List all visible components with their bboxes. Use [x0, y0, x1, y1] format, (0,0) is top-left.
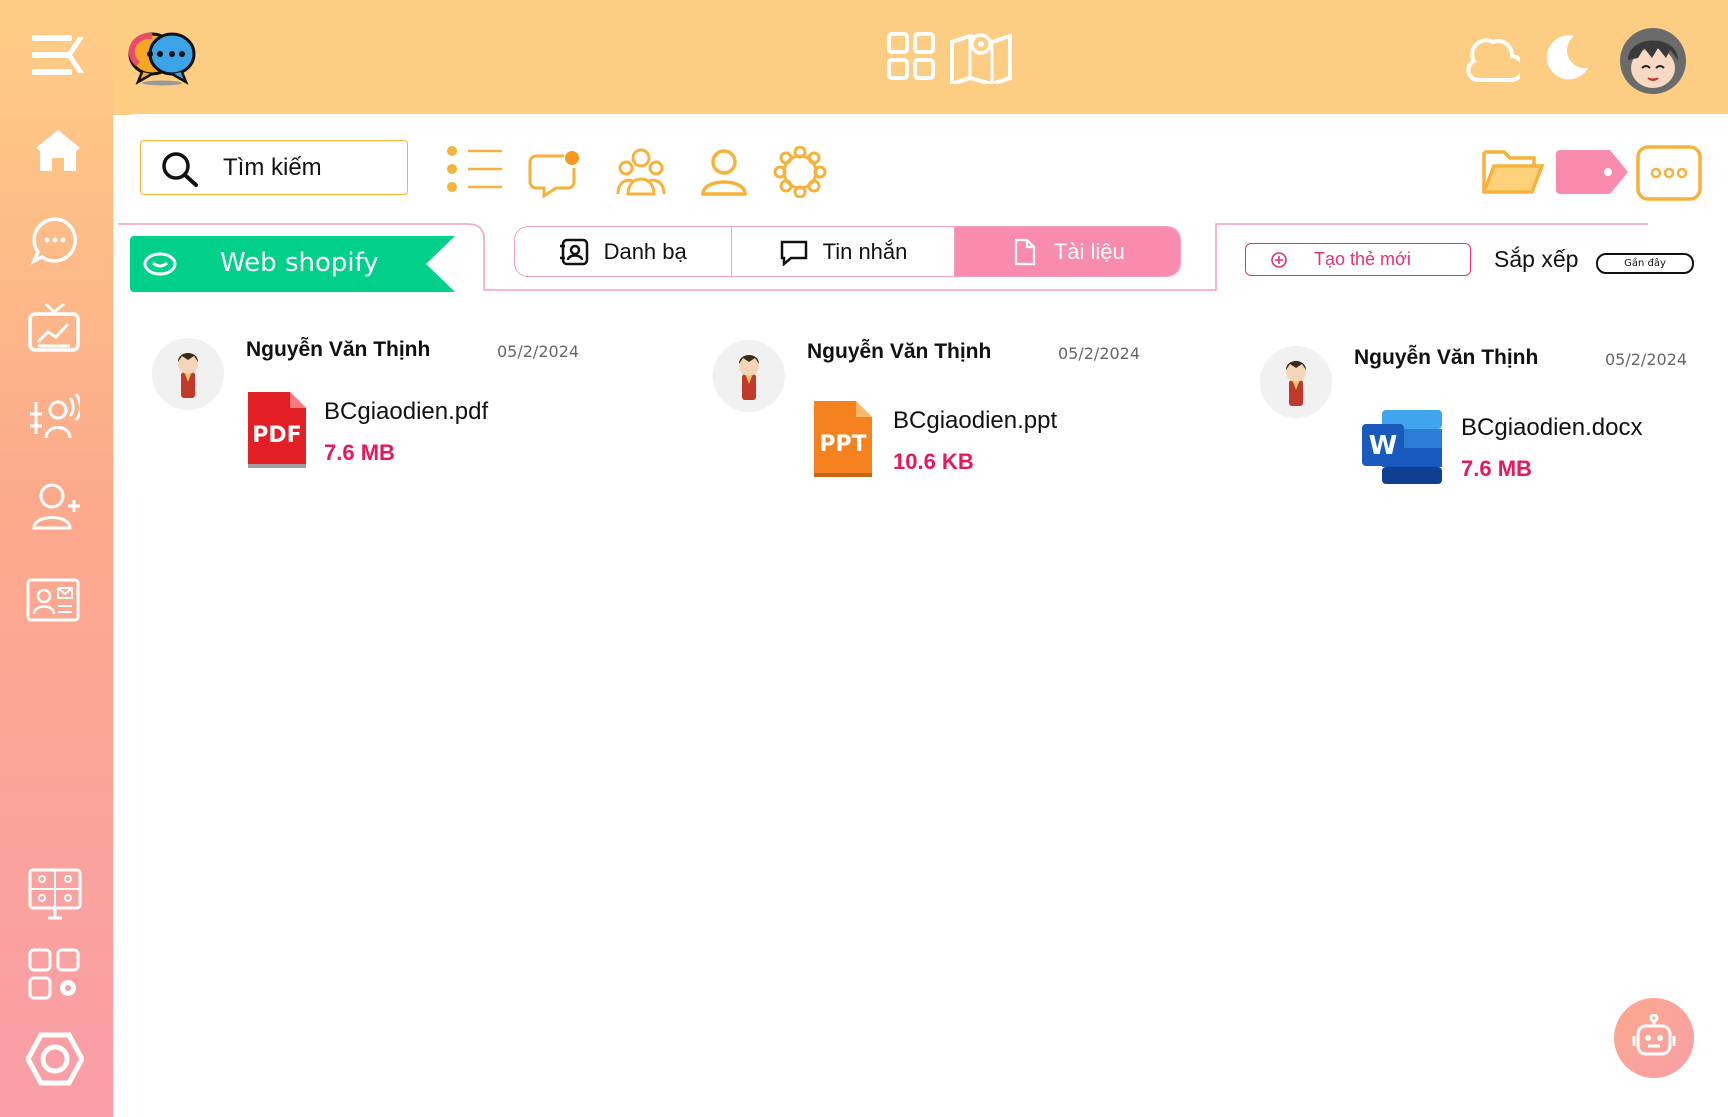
- sender-name: Nguyễn Văn Thịnh: [1354, 346, 1539, 369]
- contacts-icon: [559, 238, 590, 266]
- tab-bar: Danh bạ Tin nhắn Tài liệu: [514, 226, 1181, 277]
- search-input[interactable]: [223, 153, 398, 183]
- meeting-room-icon[interactable]: [28, 868, 82, 920]
- app-settings-icon[interactable]: [28, 948, 82, 1000]
- hexagon-settings-icon[interactable]: [26, 1032, 84, 1086]
- menu-collapse-icon[interactable]: [32, 33, 86, 77]
- tab-label: Tin nhắn: [822, 238, 908, 264]
- user-avatar[interactable]: [1618, 28, 1688, 94]
- cloud-icon[interactable]: [1466, 34, 1520, 84]
- sender-avatar: [713, 340, 785, 412]
- sender-avatar: [1260, 346, 1332, 418]
- tab-contacts[interactable]: Danh bạ: [515, 227, 731, 276]
- group-icon[interactable]: [616, 148, 666, 196]
- group-tag[interactable]: Web shopify: [130, 236, 455, 292]
- svg-text:PDF: PDF: [252, 423, 301, 448]
- file-date: 05/2/2024: [1605, 350, 1688, 369]
- sort-label: Sắp xếp: [1494, 246, 1579, 272]
- search-box[interactable]: [140, 140, 408, 195]
- chat-icon[interactable]: [30, 215, 80, 265]
- tab-messages[interactable]: Tin nhắn: [731, 227, 953, 276]
- tab-label: Tài liệu: [1053, 238, 1125, 264]
- contact-card-icon[interactable]: [26, 578, 80, 622]
- word-file-icon: W: [1360, 408, 1444, 486]
- more-options-icon[interactable]: [1636, 145, 1702, 201]
- robot-icon: [1630, 1014, 1678, 1062]
- file-date: 05/2/2024: [497, 342, 580, 361]
- file-item[interactable]: Nguyễn Văn Thịnh 05/2/2024 W BCgiaodien.…: [1260, 346, 1728, 496]
- file-date: 05/2/2024: [1058, 344, 1141, 363]
- notification-message-icon[interactable]: [528, 148, 582, 198]
- map-icon[interactable]: [950, 28, 1012, 84]
- add-circle-icon: [1270, 251, 1288, 269]
- file-size: 10.6 KB: [893, 449, 974, 474]
- dark-mode-icon[interactable]: [1544, 34, 1590, 80]
- tab-label: Danh bạ: [603, 238, 687, 264]
- chatbot-button[interactable]: [1614, 998, 1694, 1078]
- profile-icon[interactable]: [700, 148, 748, 196]
- tab-documents[interactable]: Tài liệu: [953, 227, 1180, 276]
- file-name: BCgiaodien.pdf: [324, 398, 489, 425]
- file-item[interactable]: Nguyễn Văn Thịnh 05/2/2024 PPT BCgiaodie…: [713, 340, 1193, 490]
- file-size: 7.6 MB: [324, 440, 395, 465]
- community-circle-icon[interactable]: [772, 146, 828, 198]
- folder-icon[interactable]: [1482, 146, 1544, 196]
- file-item[interactable]: Nguyễn Văn Thịnh 05/2/2024 PDF BCgiaodie…: [152, 338, 632, 488]
- ppt-file-icon: PPT: [812, 399, 874, 479]
- search-icon: [161, 151, 199, 187]
- file-size: 7.6 MB: [1461, 456, 1532, 481]
- file-name: BCgiaodien.ppt: [893, 407, 1058, 434]
- list-view-icon[interactable]: [446, 146, 504, 192]
- tag-icon[interactable]: [1554, 148, 1630, 196]
- svg-text:W: W: [1369, 431, 1398, 461]
- sender-name: Nguyễn Văn Thịnh: [807, 340, 992, 363]
- file-name: BCgiaodien.docx: [1461, 414, 1643, 441]
- pdf-file-icon: PDF: [246, 390, 308, 470]
- sort-select[interactable]: Gần đây: [1596, 253, 1694, 274]
- create-tag-button[interactable]: Tạo thẻ mới: [1245, 243, 1471, 276]
- sender-avatar: [152, 338, 224, 410]
- home-icon[interactable]: [34, 127, 82, 175]
- message-icon: [779, 238, 809, 266]
- sender-name: Nguyễn Văn Thịnh: [246, 338, 431, 361]
- app-grid-icon[interactable]: [887, 32, 935, 80]
- app-logo-icon: [128, 28, 196, 86]
- voice-settings-icon[interactable]: [28, 390, 80, 442]
- dashboard-chart-icon[interactable]: [28, 302, 80, 354]
- create-tag-label: Tạo thẻ mới: [1314, 249, 1411, 269]
- svg-text:PPT: PPT: [819, 432, 866, 457]
- add-user-icon[interactable]: [30, 480, 82, 532]
- document-icon: [1010, 238, 1040, 266]
- group-name: Web shopify: [220, 248, 379, 278]
